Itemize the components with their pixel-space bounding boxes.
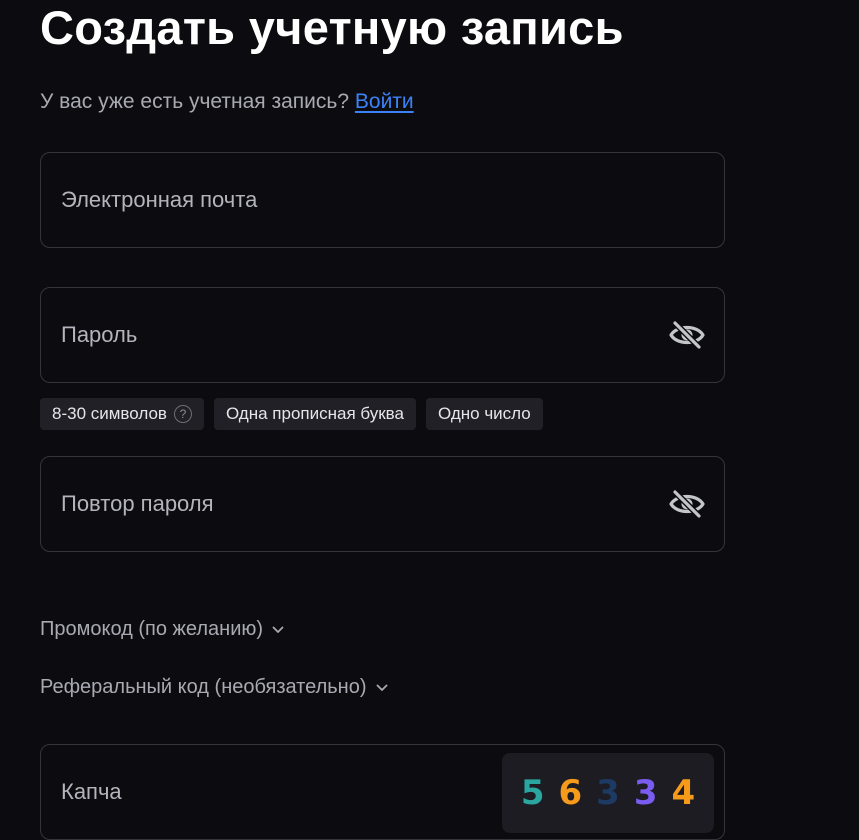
- page-title: Создать учетную запись: [40, 1, 624, 54]
- rule-number-chip: Одно число: [425, 398, 543, 430]
- eye-off-icon[interactable]: [668, 319, 706, 351]
- rule-uppercase-label: Одна прописная буква: [225, 404, 404, 423]
- captcha-digit: 6: [558, 773, 583, 813]
- captcha-image[interactable]: 5 6 3 3 4: [502, 753, 714, 833]
- promo-code-toggle[interactable]: Промокод (по желанию): [40, 618, 284, 641]
- referral-code-toggle[interactable]: Реферальный код (необязательно): [40, 676, 388, 699]
- referral-code-label: Реферальный код (необязательно): [40, 676, 367, 698]
- captcha-digit: 4: [671, 773, 696, 813]
- help-icon[interactable]: ?: [173, 405, 192, 423]
- password-field[interactable]: [40, 287, 725, 383]
- rule-uppercase-chip: Одна прописная буква: [213, 398, 416, 430]
- chevron-down-icon: [272, 626, 284, 633]
- email-input[interactable]: [61, 153, 641, 247]
- email-field[interactable]: [40, 152, 725, 248]
- promo-code-label: Промокод (по желанию): [40, 618, 264, 640]
- login-prompt: У вас уже есть учетная запись? Войти: [40, 88, 414, 116]
- captcha-digit: 3: [633, 773, 658, 813]
- login-link[interactable]: Войти: [355, 90, 414, 113]
- chevron-down-icon: [376, 684, 387, 691]
- captcha-digit: 3: [596, 773, 620, 813]
- repeat-password-input[interactable]: [61, 457, 641, 551]
- password-rules: 8-30 символов ? Одна прописная буква Одн…: [40, 398, 543, 430]
- password-input[interactable]: [61, 288, 641, 382]
- eye-off-icon[interactable]: [668, 488, 706, 520]
- captcha-field[interactable]: 5 6 3 3 4: [40, 744, 725, 840]
- rule-length-label: 8-30 символов: [52, 404, 167, 423]
- rule-length-chip: 8-30 символов ?: [40, 398, 204, 430]
- captcha-input[interactable]: [61, 745, 501, 839]
- repeat-password-field[interactable]: [40, 456, 725, 552]
- login-prompt-text: У вас уже есть учетная запись?: [40, 90, 350, 113]
- rule-number-label: Одно число: [437, 404, 531, 423]
- captcha-digit: 5: [520, 773, 545, 813]
